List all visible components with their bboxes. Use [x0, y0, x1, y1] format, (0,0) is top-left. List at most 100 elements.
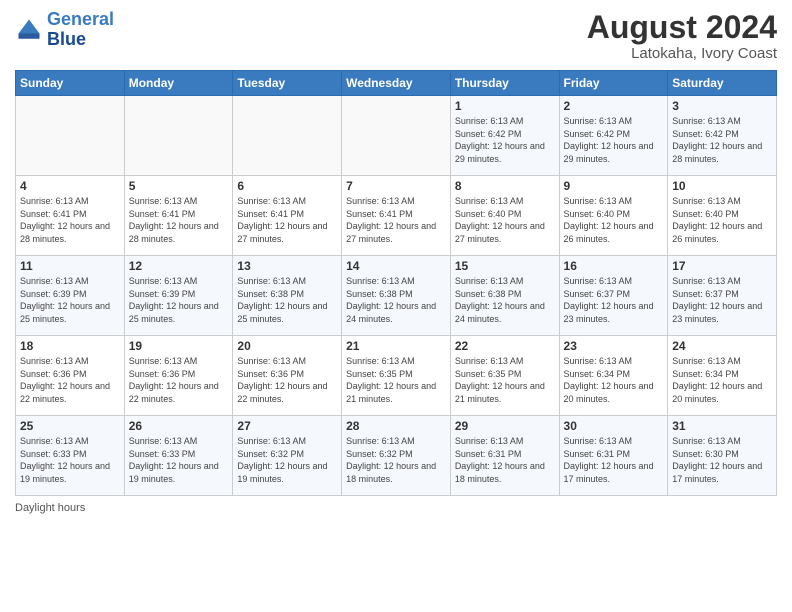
table-row: 10 Sunrise: 6:13 AM Sunset: 6:40 PM Dayli… — [668, 176, 777, 256]
title-block: August 2024 Latokaha, Ivory Coast — [587, 10, 777, 62]
day-number: 14 — [346, 259, 446, 273]
day-info: Sunrise: 6:13 AM Sunset: 6:32 PM Dayligh… — [346, 435, 446, 485]
day-info: Sunrise: 6:13 AM Sunset: 6:38 PM Dayligh… — [346, 275, 446, 325]
day-info: Sunrise: 6:13 AM Sunset: 6:32 PM Dayligh… — [237, 435, 337, 485]
table-row: 27 Sunrise: 6:13 AM Sunset: 6:32 PM Dayli… — [233, 416, 342, 496]
day-info: Sunrise: 6:13 AM Sunset: 6:35 PM Dayligh… — [455, 355, 555, 405]
day-info: Sunrise: 6:13 AM Sunset: 6:41 PM Dayligh… — [237, 195, 337, 245]
logo-icon — [15, 16, 43, 44]
table-row: 5 Sunrise: 6:13 AM Sunset: 6:41 PM Daylig… — [124, 176, 233, 256]
day-number: 19 — [129, 339, 229, 353]
calendar-week-row: 1 Sunrise: 6:13 AM Sunset: 6:42 PM Daylig… — [16, 96, 777, 176]
table-row: 16 Sunrise: 6:13 AM Sunset: 6:37 PM Dayli… — [559, 256, 668, 336]
month-year: August 2024 — [587, 10, 777, 45]
day-number: 6 — [237, 179, 337, 193]
day-number: 25 — [20, 419, 120, 433]
day-info: Sunrise: 6:13 AM Sunset: 6:34 PM Dayligh… — [564, 355, 664, 405]
day-number: 12 — [129, 259, 229, 273]
table-row: 19 Sunrise: 6:13 AM Sunset: 6:36 PM Dayli… — [124, 336, 233, 416]
table-row: 28Sunrise: 6:13 AM Sunset: 6:32 PM Dayli… — [342, 416, 451, 496]
table-row: 18Sunrise: 6:13 AM Sunset: 6:36 PM Dayli… — [16, 336, 125, 416]
day-info: Sunrise: 6:13 AM Sunset: 6:33 PM Dayligh… — [20, 435, 120, 485]
day-number: 5 — [129, 179, 229, 193]
table-row — [124, 96, 233, 176]
table-row: 1 Sunrise: 6:13 AM Sunset: 6:42 PM Daylig… — [450, 96, 559, 176]
day-info: Sunrise: 6:13 AM Sunset: 6:36 PM Dayligh… — [237, 355, 337, 405]
col-wednesday: Wednesday — [342, 71, 451, 96]
footer: Daylight hours — [15, 502, 777, 514]
table-row: 2 Sunrise: 6:13 AM Sunset: 6:42 PM Daylig… — [559, 96, 668, 176]
table-row: 17 Sunrise: 6:13 AM Sunset: 6:37 PM Dayli… — [668, 256, 777, 336]
table-row: 20Sunrise: 6:13 AM Sunset: 6:36 PM Dayli… — [233, 336, 342, 416]
day-info: Sunrise: 6:13 AM Sunset: 6:30 PM Dayligh… — [672, 435, 772, 485]
day-number: 29 — [455, 419, 555, 433]
calendar-week-row: 11 Sunrise: 6:13 AM Sunset: 6:39 PM Dayli… — [16, 256, 777, 336]
header: General Blue August 2024 Latokaha, Ivory… — [15, 10, 777, 62]
calendar-week-row: 25 Sunrise: 6:13 AM Sunset: 6:33 PM Dayli… — [16, 416, 777, 496]
day-info: Sunrise: 6:13 AM Sunset: 6:36 PM Dayligh… — [129, 355, 229, 405]
day-number: 23 — [564, 339, 664, 353]
col-monday: Monday — [124, 71, 233, 96]
day-info: Sunrise: 6:13 AM Sunset: 6:41 PM Dayligh… — [20, 195, 120, 245]
day-info: Sunrise: 6:13 AM Sunset: 6:42 PM Dayligh… — [672, 115, 772, 165]
table-row: 29 Sunrise: 6:13 AM Sunset: 6:31 PM Dayli… — [450, 416, 559, 496]
day-number: 24 — [672, 339, 772, 353]
table-row: 7Sunrise: 6:13 AM Sunset: 6:41 PM Daylig… — [342, 176, 451, 256]
day-number: 7 — [346, 179, 446, 193]
table-row: 22 Sunrise: 6:13 AM Sunset: 6:35 PM Dayli… — [450, 336, 559, 416]
day-number: 22 — [455, 339, 555, 353]
table-row: 30 Sunrise: 6:13 AM Sunset: 6:31 PM Dayli… — [559, 416, 668, 496]
page: General Blue August 2024 Latokaha, Ivory… — [0, 0, 792, 612]
calendar-header-row: Sunday Monday Tuesday Wednesday Thursday… — [16, 71, 777, 96]
day-info: Sunrise: 6:13 AM Sunset: 6:42 PM Dayligh… — [455, 115, 555, 165]
table-row: 8 Sunrise: 6:13 AM Sunset: 6:40 PM Daylig… — [450, 176, 559, 256]
day-info: Sunrise: 6:13 AM Sunset: 6:39 PM Dayligh… — [20, 275, 120, 325]
day-info: Sunrise: 6:13 AM Sunset: 6:38 PM Dayligh… — [237, 275, 337, 325]
col-saturday: Saturday — [668, 71, 777, 96]
table-row: 26Sunrise: 6:13 AM Sunset: 6:33 PM Dayli… — [124, 416, 233, 496]
day-number: 18 — [20, 339, 120, 353]
day-info: Sunrise: 6:13 AM Sunset: 6:40 PM Dayligh… — [564, 195, 664, 245]
day-number: 15 — [455, 259, 555, 273]
table-row — [16, 96, 125, 176]
table-row: 25 Sunrise: 6:13 AM Sunset: 6:33 PM Dayli… — [16, 416, 125, 496]
table-row: 21Sunrise: 6:13 AM Sunset: 6:35 PM Dayli… — [342, 336, 451, 416]
table-row — [342, 96, 451, 176]
calendar-week-row: 18 Sunrise: 6:13 AM Sunset: 6:36 PM Dayli… — [16, 336, 777, 416]
day-info: Sunrise: 6:13 AM Sunset: 6:37 PM Dayligh… — [672, 275, 772, 325]
day-number: 8 — [455, 179, 555, 193]
day-number: 10 — [672, 179, 772, 193]
day-info: Sunrise: 6:13 AM Sunset: 6:37 PM Dayligh… — [564, 275, 664, 325]
table-row: 6 Sunrise: 6:13 AM Sunset: 6:41 PM Daylig… — [233, 176, 342, 256]
day-info: Sunrise: 6:13 AM Sunset: 6:41 PM Dayligh… — [129, 195, 229, 245]
day-info: Sunrise: 6:13 AM Sunset: 6:38 PM Dayligh… — [455, 275, 555, 325]
day-number: 30 — [564, 419, 664, 433]
day-number: 1 — [455, 99, 555, 113]
day-info: Sunrise: 6:13 AM Sunset: 6:34 PM Dayligh… — [672, 355, 772, 405]
day-number: 31 — [672, 419, 772, 433]
day-number: 17 — [672, 259, 772, 273]
calendar-table: Sunday Monday Tuesday Wednesday Thursday… — [15, 70, 777, 496]
col-friday: Friday — [559, 71, 668, 96]
day-number: 27 — [237, 419, 337, 433]
logo: General Blue — [15, 10, 114, 50]
table-row: 12Sunrise: 6:13 AM Sunset: 6:39 PM Dayli… — [124, 256, 233, 336]
day-number: 16 — [564, 259, 664, 273]
day-number: 4 — [20, 179, 120, 193]
day-number: 26 — [129, 419, 229, 433]
day-info: Sunrise: 6:13 AM Sunset: 6:40 PM Dayligh… — [672, 195, 772, 245]
table-row: 13Sunrise: 6:13 AM Sunset: 6:38 PM Dayli… — [233, 256, 342, 336]
day-info: Sunrise: 6:13 AM Sunset: 6:40 PM Dayligh… — [455, 195, 555, 245]
day-info: Sunrise: 6:13 AM Sunset: 6:31 PM Dayligh… — [564, 435, 664, 485]
logo-text: General Blue — [47, 10, 114, 50]
day-info: Sunrise: 6:13 AM Sunset: 6:42 PM Dayligh… — [564, 115, 664, 165]
day-number: 11 — [20, 259, 120, 273]
day-info: Sunrise: 6:13 AM Sunset: 6:31 PM Dayligh… — [455, 435, 555, 485]
table-row: 15 Sunrise: 6:13 AM Sunset: 6:38 PM Dayli… — [450, 256, 559, 336]
calendar-week-row: 4 Sunrise: 6:13 AM Sunset: 6:41 PM Daylig… — [16, 176, 777, 256]
day-number: 2 — [564, 99, 664, 113]
day-number: 9 — [564, 179, 664, 193]
day-number: 3 — [672, 99, 772, 113]
table-row: 11 Sunrise: 6:13 AM Sunset: 6:39 PM Dayli… — [16, 256, 125, 336]
col-tuesday: Tuesday — [233, 71, 342, 96]
